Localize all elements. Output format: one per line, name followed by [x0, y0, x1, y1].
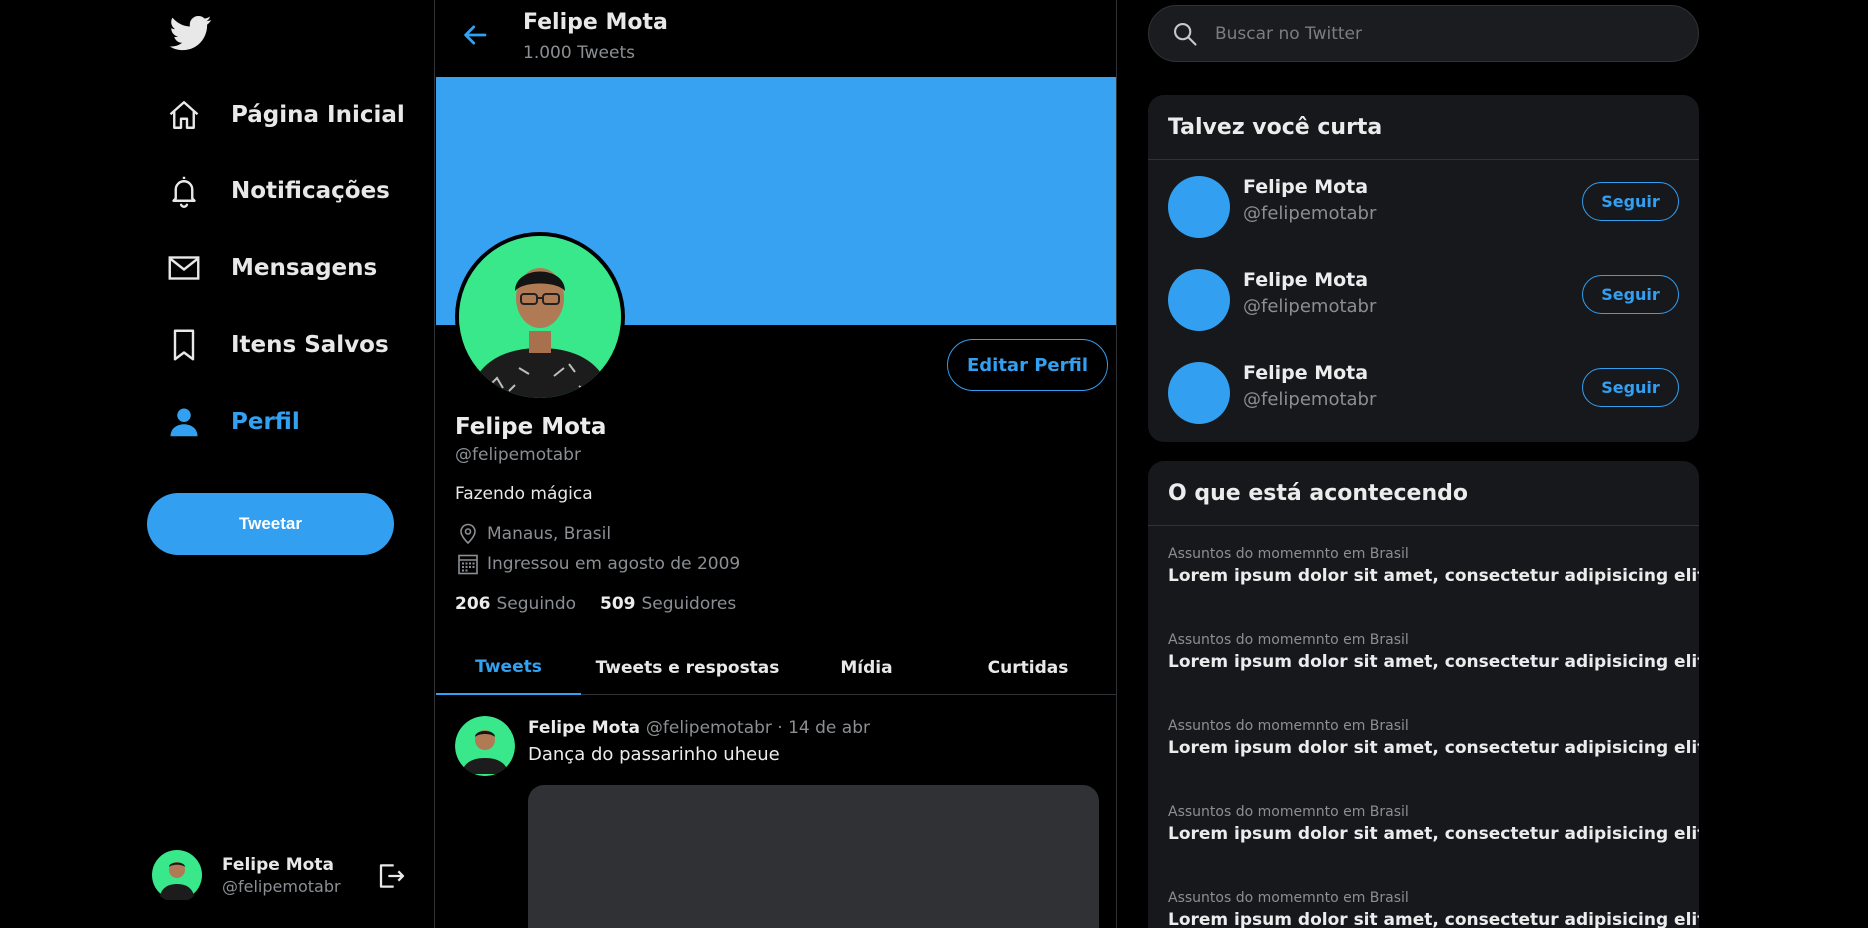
trend-title: Lorem ipsum dolor sit amet, consectetur …	[1168, 652, 1699, 672]
profile-main: Felipe Mota 1.000 Tweets Editar Perfil F…	[436, 0, 1117, 928]
following-count: 206	[455, 594, 491, 614]
suggested-user-name: Felipe Mota	[1243, 269, 1369, 291]
nav-item-home[interactable]: Página Inicial	[166, 90, 405, 140]
person-icon	[166, 404, 202, 440]
list-item[interactable]: Assuntos do momemnto em Brasil Lorem ips…	[1148, 784, 1699, 870]
profile-stats: 206 Seguindo 509 Seguidores	[455, 594, 760, 614]
who-to-follow-title: Talvez você curta	[1148, 95, 1699, 160]
joined-text: Ingressou em agosto de 2009	[487, 554, 741, 574]
tweet-date: · 14 de abr	[777, 718, 870, 738]
tab-tweets[interactable]: Tweets	[436, 640, 581, 695]
following-label: Seguindo	[496, 594, 577, 614]
mail-icon	[166, 250, 202, 286]
tweet-button[interactable]: Tweetar	[147, 493, 394, 555]
bell-icon	[166, 173, 202, 209]
trends-title: O que está acontecendo	[1148, 461, 1699, 526]
trends-card: O que está acontecendo Assuntos do momem…	[1148, 461, 1699, 928]
search-input[interactable]	[1215, 23, 1655, 44]
avatar	[152, 850, 202, 903]
nav-item-messages[interactable]: Mensagens	[166, 243, 377, 293]
trend-title: Lorem ipsum dolor sit amet, consectetur …	[1168, 910, 1699, 928]
suggested-user-handle: @felipemotabr	[1243, 203, 1377, 224]
nav-label-notifications: Notificações	[231, 178, 390, 204]
header-title: Felipe Mota	[523, 10, 668, 35]
trend-title: Lorem ipsum dolor sit amet, consectetur …	[1168, 566, 1699, 586]
following-link[interactable]: 206 Seguindo	[455, 594, 576, 614]
account-handle: @felipemotabr	[222, 876, 341, 896]
search-icon	[1171, 20, 1199, 48]
profile-name: Felipe Mota	[455, 414, 607, 440]
trend-context: Assuntos do momemnto em Brasil	[1168, 890, 1409, 906]
follow-button[interactable]: Seguir	[1582, 182, 1679, 221]
avatar	[1168, 362, 1230, 424]
edit-profile-button[interactable]: Editar Perfil	[947, 339, 1108, 391]
logout-icon[interactable]	[375, 860, 407, 892]
list-item[interactable]: Felipe Mota @felipemotabr Seguir	[1148, 253, 1699, 346]
profile-bio: Fazendo mágica	[455, 484, 593, 504]
trend-context: Assuntos do momemnto em Brasil	[1168, 718, 1409, 734]
tweet-header: Felipe Mota @felipemotabr · 14 de abr	[528, 718, 870, 738]
suggested-user-name: Felipe Mota	[1243, 362, 1369, 384]
followers-label: Seguidores	[641, 594, 737, 614]
list-item[interactable]: Felipe Mota @felipemotabr Seguir	[1148, 160, 1699, 253]
profile-location: Manaus, Brasil	[455, 521, 611, 547]
followers-link[interactable]: 509 Seguidores	[600, 594, 736, 614]
profile-header: Felipe Mota 1.000 Tweets	[436, 0, 1116, 77]
bookmark-icon	[166, 327, 202, 363]
trend-context: Assuntos do momemnto em Brasil	[1168, 546, 1409, 562]
nav-label-messages: Mensagens	[231, 255, 378, 281]
suggested-user-name: Felipe Mota	[1243, 176, 1369, 198]
trend-title: Lorem ipsum dolor sit amet, consectetur …	[1168, 738, 1699, 758]
list-item[interactable]: Felipe Mota @felipemotabr Seguir	[1148, 346, 1699, 439]
nav-item-bookmarks[interactable]: Itens Salvos	[166, 320, 389, 370]
profile-joined: Ingressou em agosto de 2009	[455, 551, 740, 577]
tweet-author-name[interactable]: Felipe Mota	[528, 718, 640, 738]
suggested-user-handle: @felipemotabr	[1243, 389, 1377, 410]
who-to-follow-card: Talvez você curta Felipe Mota @felipemot…	[1148, 95, 1699, 442]
follow-button[interactable]: Seguir	[1582, 275, 1679, 314]
nav-item-profile[interactable]: Perfil	[166, 397, 300, 447]
profile-handle: @felipemotabr	[455, 445, 581, 465]
header-tweet-count: 1.000 Tweets	[523, 43, 635, 63]
home-icon	[166, 97, 202, 133]
list-item[interactable]: Assuntos do momemnto em Brasil Lorem ips…	[1148, 612, 1699, 698]
list-item[interactable]: Assuntos do momemnto em Brasil Lorem ips…	[1148, 870, 1699, 928]
tweet-text: Dança do passarinho uheue	[528, 744, 780, 765]
twitter-bird-icon[interactable]	[169, 12, 212, 54]
trend-context: Assuntos do momemnto em Brasil	[1168, 804, 1409, 820]
tab-likes[interactable]: Curtidas	[939, 640, 1116, 695]
profile-tabs: Tweets Tweets e respostas Mídia Curtidas	[436, 640, 1116, 695]
left-sidebar: Página Inicial Notificações Mensagens It…	[0, 0, 435, 928]
suggested-user-handle: @felipemotabr	[1243, 296, 1377, 317]
follow-button[interactable]: Seguir	[1582, 368, 1679, 407]
trend-title: Lorem ipsum dolor sit amet, consectetur …	[1168, 824, 1699, 844]
account-name: Felipe Mota	[222, 854, 334, 875]
tab-media[interactable]: Mídia	[794, 640, 939, 695]
tweet-item[interactable]: Felipe Mota @felipemotabr · 14 de abr Dan…	[436, 696, 1116, 928]
location-text: Manaus, Brasil	[487, 524, 612, 544]
tweet-author-handle: @felipemotabr	[645, 718, 772, 738]
nav-label-home: Página Inicial	[231, 102, 405, 128]
nav-label-bookmarks: Itens Salvos	[231, 332, 389, 358]
search-bar	[1148, 5, 1699, 62]
nav-label-profile: Perfil	[231, 409, 300, 435]
tab-tweets-and-replies[interactable]: Tweets e respostas	[581, 640, 794, 695]
trend-context: Assuntos do momemnto em Brasil	[1168, 632, 1409, 648]
avatar	[1168, 269, 1230, 331]
nav-item-notifications[interactable]: Notificações	[166, 166, 390, 216]
followers-count: 509	[600, 594, 636, 614]
arrow-left-icon[interactable]	[460, 20, 490, 50]
tweet-media[interactable]	[528, 785, 1099, 928]
list-item[interactable]: Assuntos do momemnto em Brasil Lorem ips…	[1148, 698, 1699, 784]
list-item[interactable]: Assuntos do momemnto em Brasil Lorem ips…	[1148, 526, 1699, 612]
location-pin-icon	[455, 521, 481, 547]
account-switcher[interactable]: Felipe Mota @felipemotabr	[152, 848, 412, 903]
calendar-icon	[455, 551, 481, 577]
profile-avatar[interactable]	[455, 232, 625, 402]
avatar	[1168, 176, 1230, 238]
avatar[interactable]	[455, 716, 515, 776]
